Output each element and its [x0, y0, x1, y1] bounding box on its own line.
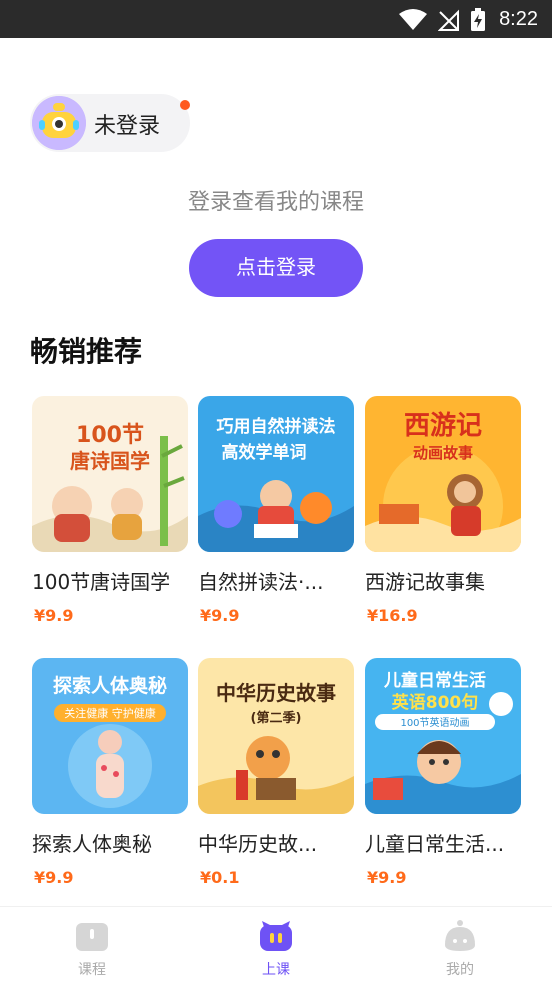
tab-profile[interactable]: 我的: [368, 907, 552, 982]
course-cover[interactable]: 西游记 动画故事: [365, 396, 521, 552]
course-cover[interactable]: 儿童日常生活 英语800句 100节英语动画: [365, 658, 521, 814]
cover-line: 儿童日常生活: [383, 670, 486, 691]
course-cover[interactable]: 中华历史故事 (第二季): [198, 658, 354, 814]
cover-line: 中华历史故事: [216, 681, 336, 705]
status-bar: 8:22: [0, 0, 552, 38]
bottom-nav: 课程 上课 我的: [0, 906, 552, 981]
course-card[interactable]: 探索人体奥秘 关注健康 守护健康 探索人体奥秘 ¥9.9: [32, 658, 188, 887]
nav-label: 我的: [446, 962, 474, 978]
course-price: ¥9.9: [34, 868, 74, 887]
course-price: ¥0.1: [200, 868, 240, 887]
course-title: 中华历史故...: [198, 832, 318, 856]
course-price: ¥9.9: [34, 606, 74, 625]
course-title: 100节唐诗国学: [32, 570, 171, 594]
course-cover[interactable]: 探索人体奥秘 关注健康 守护健康: [32, 658, 188, 814]
tab-courses[interactable]: 课程: [0, 907, 184, 982]
no-signal-icon: [438, 9, 459, 31]
course-card[interactable]: 巧用自然拼读法 高效学单词 自然拼读法·... ¥9.9: [198, 396, 354, 625]
course-price: ¥16.9: [367, 606, 418, 625]
cover-line: (第二季): [251, 710, 302, 726]
cover-line: 探索人体奥秘: [53, 674, 167, 697]
course-cover[interactable]: 100节 唐诗国学: [32, 396, 188, 552]
tab-class[interactable]: 上课: [184, 907, 368, 982]
login-hint: 登录查看我的课程: [187, 190, 364, 215]
profile-icon: [445, 920, 475, 951]
class-icon: [260, 921, 292, 951]
course-card[interactable]: 西游记 动画故事 西游记故事集 ¥16.9: [365, 396, 521, 625]
battery-charging-icon: [471, 8, 485, 31]
avatar[interactable]: [32, 96, 86, 150]
user-name: 未登录: [94, 114, 161, 139]
course-card[interactable]: 儿童日常生活 英语800句 100节英语动画 儿童日常生活... ¥9.9: [365, 658, 521, 887]
nav-label: 上课: [262, 962, 290, 978]
course-cover[interactable]: 巧用自然拼读法 高效学单词: [198, 396, 354, 552]
cover-line: 100节: [76, 423, 144, 448]
section-title: 畅销推荐: [30, 335, 143, 368]
cover-line: 英语800句: [392, 692, 479, 713]
course-title: 自然拼读法·...: [198, 570, 324, 594]
cover-line: 100节英语动画: [400, 716, 469, 729]
course-card[interactable]: 中华历史故事 (第二季) 中华历史故... ¥0.1: [198, 658, 354, 887]
user-chip[interactable]: 未登录: [30, 94, 190, 152]
cover-line: 高效学单词: [222, 442, 307, 463]
book-icon: [76, 923, 108, 951]
course-title: 探索人体奥秘: [32, 832, 152, 856]
wifi-icon: [399, 9, 427, 30]
cover-line: 西游记: [404, 411, 482, 441]
course-price: ¥9.9: [367, 868, 407, 887]
cover-line: 关注健康 守护健康: [64, 706, 156, 720]
nav-label: 课程: [78, 962, 106, 978]
notification-dot: [180, 100, 190, 110]
course-price: ¥9.9: [200, 606, 240, 625]
course-card[interactable]: 100节 唐诗国学 100节唐诗国学 ¥9.9: [32, 396, 188, 625]
login-button[interactable]: 点击登录: [189, 239, 363, 297]
course-title: 儿童日常生活...: [365, 832, 505, 856]
cover-line: 巧用自然拼读法: [217, 416, 336, 437]
clock: 8:22: [499, 8, 538, 30]
cover-line: 动画故事: [413, 444, 473, 462]
cover-line: 唐诗国学: [70, 449, 150, 473]
course-title: 西游记故事集: [365, 570, 485, 594]
